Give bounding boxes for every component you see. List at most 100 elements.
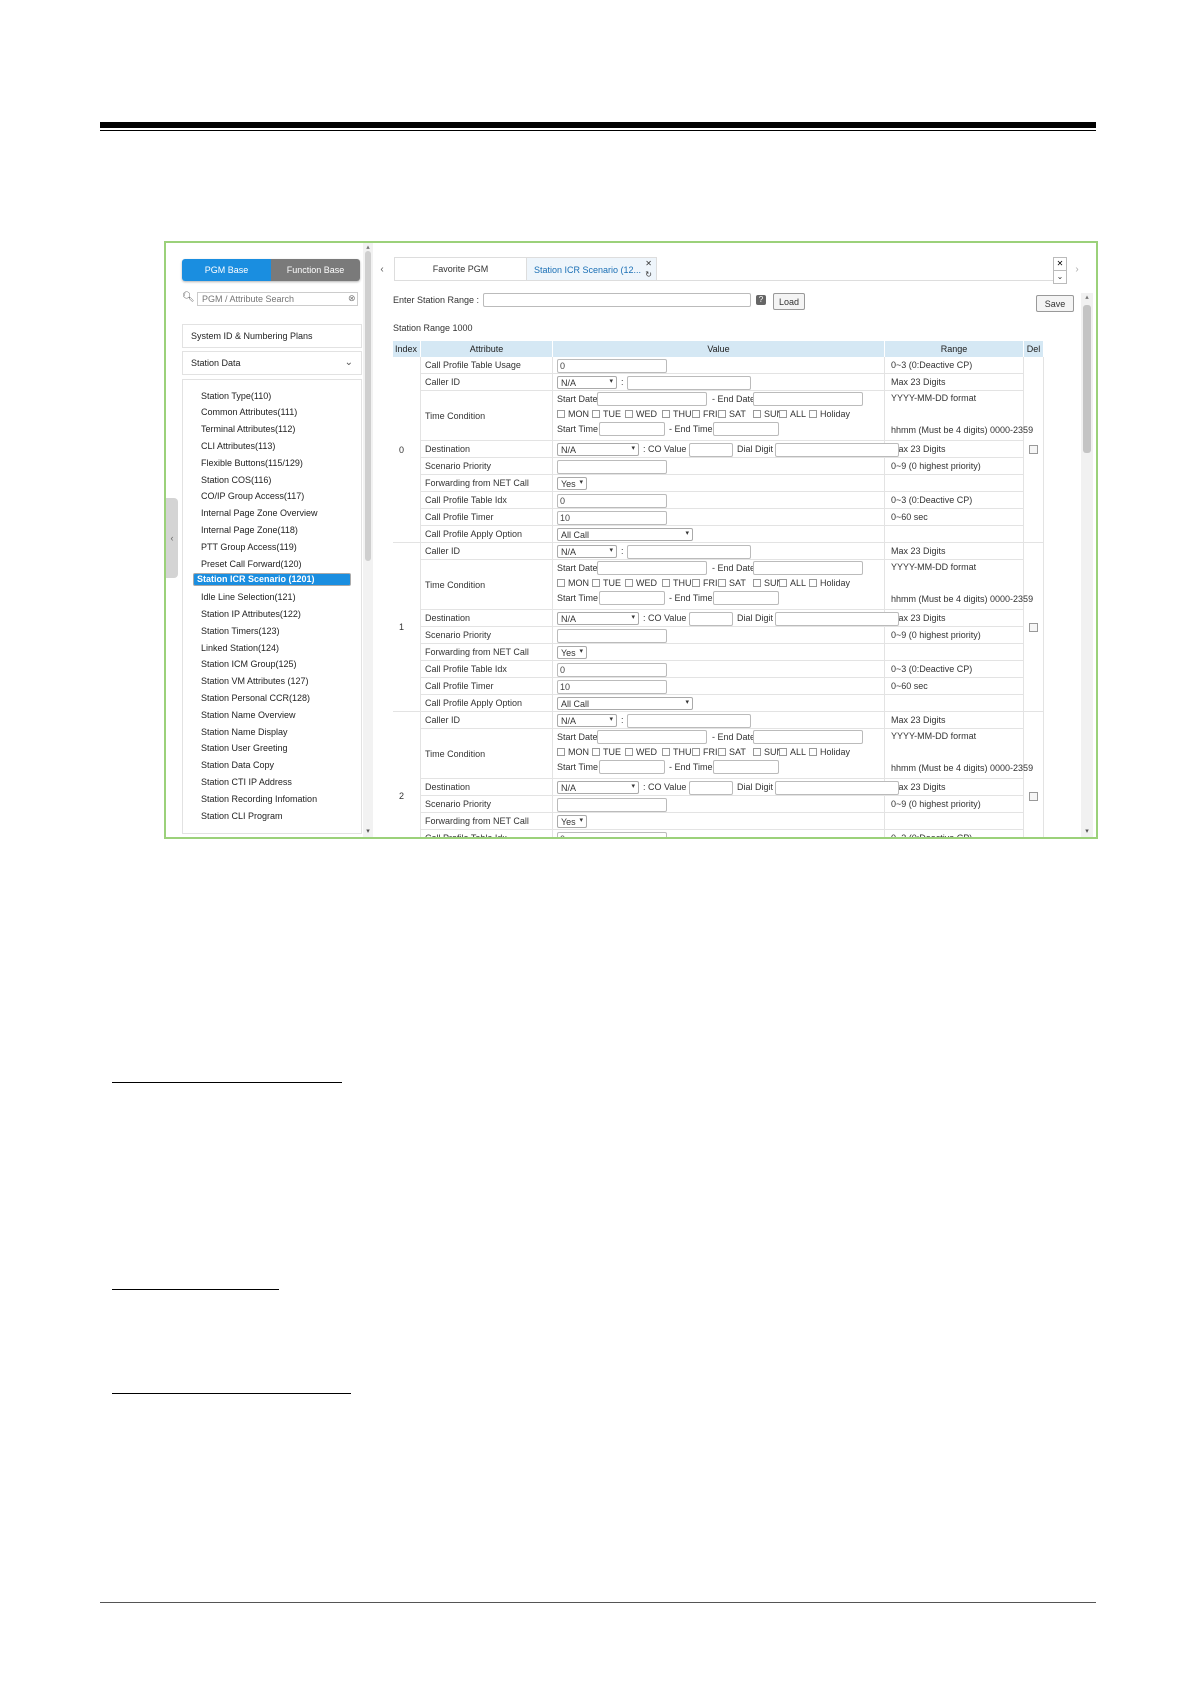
end-time-input[interactable] bbox=[713, 591, 779, 605]
day-checkbox[interactable] bbox=[779, 579, 787, 587]
sidebar-item[interactable]: Station Recording Infomation bbox=[193, 791, 351, 806]
refresh-icon[interactable]: ↻ bbox=[645, 270, 652, 279]
day-checkbox[interactable] bbox=[809, 410, 817, 418]
sidebar-item[interactable]: Station Name Display bbox=[193, 724, 351, 739]
day-checkbox[interactable] bbox=[692, 579, 700, 587]
forwarding-select[interactable]: Yes ▾ bbox=[557, 477, 587, 490]
day-checkbox[interactable] bbox=[779, 748, 787, 756]
call-profile-timer-input[interactable]: 10 bbox=[557, 511, 667, 525]
tab-station-icr-scenario[interactable]: Station ICR Scenario (12... ✕ ↻ bbox=[526, 257, 657, 281]
left-scroll-thumb[interactable] bbox=[365, 251, 371, 561]
call-profile-idx-input[interactable]: 0 bbox=[557, 663, 667, 677]
sidebar-item[interactable]: PTT Group Access(119) bbox=[193, 539, 351, 554]
close-all-tabs-icon[interactable]: ✕ bbox=[1053, 257, 1067, 271]
co-value-input[interactable] bbox=[689, 781, 733, 795]
tab-pgm-base[interactable]: PGM Base bbox=[182, 259, 271, 281]
sidebar-item[interactable]: Idle Line Selection(121) bbox=[193, 590, 351, 605]
start-time-input[interactable] bbox=[599, 591, 665, 605]
day-checkbox[interactable] bbox=[557, 579, 565, 587]
day-checkbox[interactable] bbox=[625, 748, 633, 756]
scenario-priority-input[interactable] bbox=[557, 629, 667, 643]
sidebar-item[interactable]: Station Timers(123) bbox=[193, 623, 351, 638]
day-checkbox[interactable] bbox=[779, 410, 787, 418]
help-icon[interactable]: ? bbox=[756, 295, 766, 305]
sidebar-item[interactable]: Linked Station(124) bbox=[193, 640, 351, 655]
group-station-data[interactable]: Station Data ⌄ bbox=[182, 351, 362, 375]
tab-favorite-pgm[interactable]: Favorite PGM bbox=[394, 257, 527, 281]
sidebar-item[interactable]: Internal Page Zone(118) bbox=[193, 522, 351, 537]
close-icon[interactable]: ✕ bbox=[645, 259, 652, 268]
co-value-input[interactable] bbox=[689, 612, 733, 626]
sidebar-item[interactable]: Station Name Overview bbox=[193, 707, 351, 722]
call-profile-idx-input[interactable]: 0 bbox=[557, 494, 667, 508]
sidebar-item[interactable]: Station ICR Scenario (1201) bbox=[193, 572, 351, 586]
sidebar-item[interactable]: CO/IP Group Access(117) bbox=[193, 489, 351, 504]
caller-id-select[interactable]: N/A ▾ bbox=[557, 714, 617, 727]
end-time-input[interactable] bbox=[713, 422, 779, 436]
end-date-input[interactable] bbox=[753, 730, 863, 744]
caller-id-input[interactable] bbox=[627, 714, 751, 728]
end-date-input[interactable] bbox=[753, 392, 863, 406]
day-checkbox[interactable] bbox=[718, 410, 726, 418]
sidebar-item[interactable]: Common Attributes(111) bbox=[193, 405, 351, 420]
call-profile-timer-input[interactable]: 10 bbox=[557, 680, 667, 694]
station-range-input[interactable] bbox=[483, 293, 751, 307]
pgm-search-input[interactable] bbox=[197, 292, 358, 306]
sidebar-item[interactable]: Station Type(110) bbox=[193, 388, 351, 403]
end-date-input[interactable] bbox=[753, 561, 863, 575]
day-checkbox[interactable] bbox=[592, 748, 600, 756]
dial-digit-input[interactable] bbox=[775, 781, 899, 795]
forwarding-select[interactable]: Yes ▾ bbox=[557, 646, 587, 659]
day-checkbox[interactable] bbox=[753, 579, 761, 587]
sidebar-item[interactable]: Station User Greeting bbox=[193, 741, 351, 756]
start-time-input[interactable] bbox=[599, 760, 665, 774]
caller-id-input[interactable] bbox=[627, 376, 751, 390]
delete-checkbox[interactable] bbox=[1029, 445, 1038, 454]
call-profile-idx-input[interactable]: 0 bbox=[557, 832, 667, 837]
save-button[interactable]: Save bbox=[1036, 295, 1074, 312]
delete-checkbox[interactable] bbox=[1029, 791, 1038, 801]
forwarding-select[interactable]: Yes ▾ bbox=[557, 815, 587, 828]
start-date-input[interactable] bbox=[597, 392, 707, 406]
tab-prev-icon[interactable]: ‹ bbox=[375, 257, 389, 281]
day-checkbox[interactable] bbox=[592, 579, 600, 587]
caller-id-select[interactable]: N/A ▾ bbox=[557, 545, 617, 558]
call-profile-usage-input[interactable]: 0 bbox=[557, 359, 667, 373]
scroll-down-icon[interactable]: ▾ bbox=[363, 827, 373, 835]
scroll-down-icon[interactable]: ▾ bbox=[1081, 827, 1093, 837]
co-value-input[interactable] bbox=[689, 443, 733, 457]
day-checkbox[interactable] bbox=[753, 410, 761, 418]
tab-next-icon[interactable]: › bbox=[1070, 257, 1084, 281]
destination-select[interactable]: N/A ▾ bbox=[557, 781, 639, 794]
day-checkbox[interactable] bbox=[692, 410, 700, 418]
destination-select[interactable]: N/A ▾ bbox=[557, 612, 639, 625]
sidebar-item[interactable]: Internal Page Zone Overview bbox=[193, 506, 351, 521]
destination-select[interactable]: N/A ▾ bbox=[557, 443, 639, 456]
day-checkbox[interactable] bbox=[662, 748, 670, 756]
scroll-up-icon[interactable]: ▴ bbox=[1081, 293, 1093, 303]
day-checkbox[interactable] bbox=[662, 410, 670, 418]
start-time-input[interactable] bbox=[599, 422, 665, 436]
day-checkbox[interactable] bbox=[592, 410, 600, 418]
sidebar-item[interactable]: Station VM Attributes (127) bbox=[193, 674, 351, 689]
tab-function-base[interactable]: Function Base bbox=[271, 259, 360, 281]
collapse-panel-button[interactable]: ‹ bbox=[166, 498, 178, 578]
day-checkbox[interactable] bbox=[692, 748, 700, 756]
caller-id-select[interactable]: N/A ▾ bbox=[557, 376, 617, 389]
apply-option-select[interactable]: All Call ▾ bbox=[557, 697, 693, 710]
apply-option-select[interactable]: All Call ▾ bbox=[557, 528, 693, 541]
start-date-input[interactable] bbox=[597, 730, 707, 744]
dial-digit-input[interactable] bbox=[775, 443, 899, 457]
scroll-up-icon[interactable]: ▴ bbox=[363, 243, 373, 251]
day-checkbox[interactable] bbox=[625, 410, 633, 418]
start-date-input[interactable] bbox=[597, 561, 707, 575]
scenario-priority-input[interactable] bbox=[557, 460, 667, 474]
scenario-priority-input[interactable] bbox=[557, 798, 667, 812]
sidebar-item[interactable]: Preset Call Forward(120) bbox=[193, 556, 351, 571]
tab-dropdown-icon[interactable]: ⌄ bbox=[1053, 270, 1067, 284]
day-checkbox[interactable] bbox=[625, 579, 633, 587]
group-system-id[interactable]: System ID & Numbering Plans bbox=[182, 324, 362, 348]
sidebar-item[interactable]: Terminal Attributes(112) bbox=[193, 422, 351, 437]
sidebar-item[interactable]: Station IP Attributes(122) bbox=[193, 606, 351, 621]
end-time-input[interactable] bbox=[713, 760, 779, 774]
